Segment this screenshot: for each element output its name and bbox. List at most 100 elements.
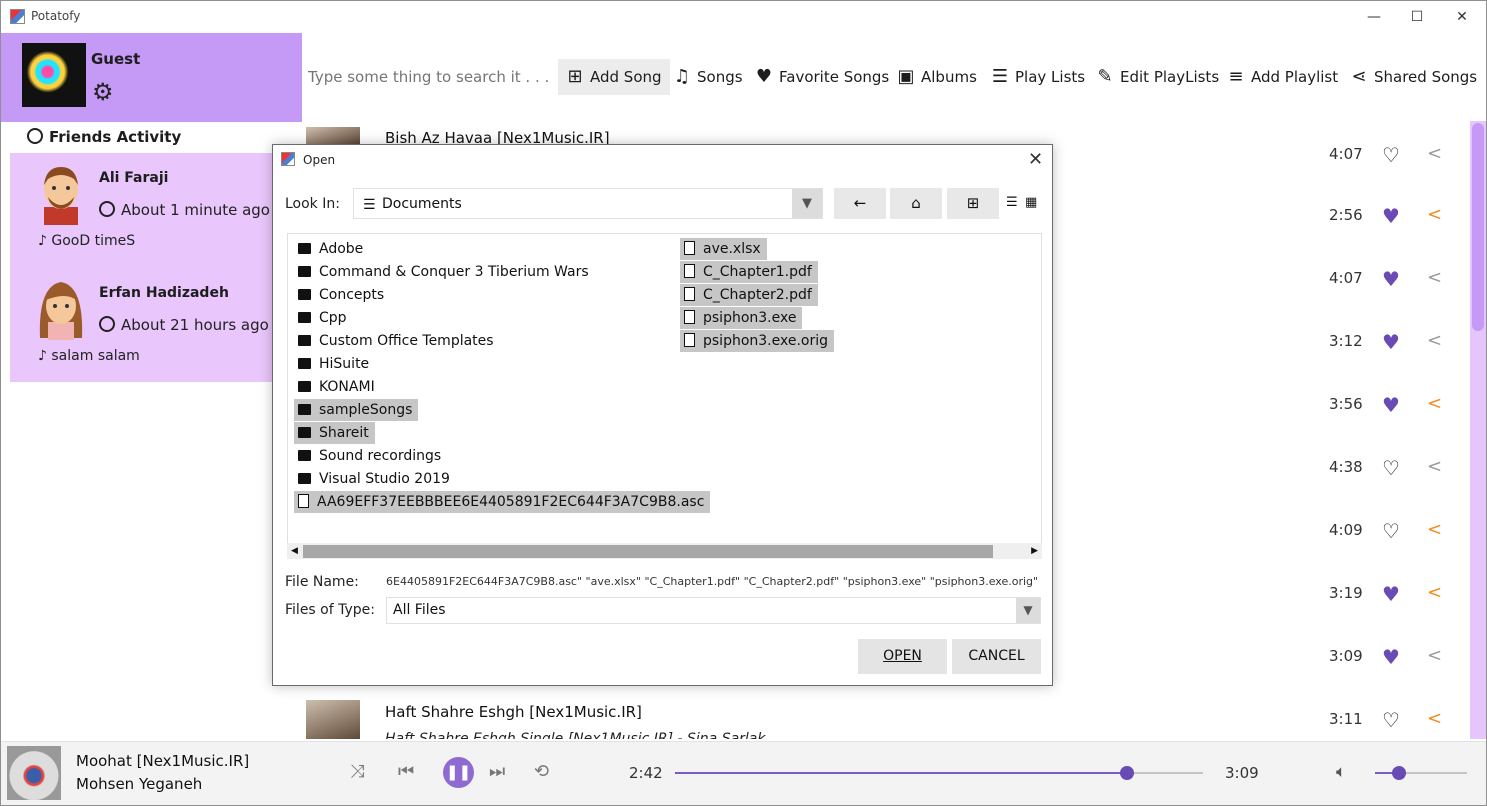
list-view-icon[interactable]: ☰ (1006, 195, 1018, 210)
song-album: Haft Shahre Eshgh Single [Nex1Music.IR] … (385, 731, 766, 739)
cancel-button[interactable]: CANCEL (952, 639, 1041, 674)
friend-time-label: About 21 hours ago (121, 316, 269, 334)
song-cover (306, 700, 360, 739)
heart-icon[interactable]: ♥ (1382, 584, 1400, 604)
file-item[interactable]: AA69EFF37EEBBBEE6E4405891F2EC644F3A7C9B8… (294, 491, 711, 513)
play-lists-button[interactable]: ☰ Play Lists (989, 59, 1085, 95)
song-list-scrollbar[interactable] (1470, 121, 1486, 739)
folder-item[interactable]: Command & Conquer 3 Tiberium Wars (294, 261, 595, 283)
edit-playlists-button[interactable]: ✎ Edit PlayLists (1094, 59, 1219, 95)
previous-icon[interactable]: ⏮ (398, 762, 414, 782)
file-name: C_Chapter2.pdf (703, 287, 812, 303)
friends-activity-label: Friends Activity (49, 128, 182, 146)
songs-button[interactable]: ♫ Songs (671, 59, 743, 95)
songs-label: Songs (697, 68, 743, 86)
folder-item[interactable]: KONAMI (294, 376, 381, 398)
add-song-button[interactable]: ⊞ Add Song (558, 59, 670, 95)
file-list-scrollbar[interactable]: ◀ ▶ (287, 543, 1042, 559)
albums-button[interactable]: ▣ Albums (895, 59, 976, 95)
look-in-select[interactable]: ☰ Documents ▼ (353, 188, 823, 219)
heart-icon[interactable]: ♥ (1382, 395, 1400, 415)
profile-avatar[interactable] (22, 43, 86, 107)
chevron-down-icon[interactable]: ▼ (1016, 598, 1040, 623)
folder-item[interactable]: Visual Studio 2019 (294, 468, 456, 490)
chevron-down-icon[interactable]: ▼ (792, 189, 822, 218)
folder-item[interactable]: Adobe (294, 238, 369, 260)
friend-song-label: salam salam (51, 348, 140, 364)
share-icon[interactable]: < (1427, 521, 1442, 539)
folder-item[interactable]: Sound recordings (294, 445, 447, 467)
dialog-close-icon[interactable]: ✕ (1028, 149, 1043, 170)
volume-knob[interactable] (1391, 766, 1406, 780)
home-button[interactable]: ⌂ (890, 188, 942, 219)
add-playlist-button[interactable]: ≡ Add Playlist (1225, 59, 1338, 95)
repeat-icon[interactable]: ⟲ (534, 762, 549, 782)
friend-time: About 21 hours ago (99, 316, 269, 334)
heart-icon[interactable]: ♥ (1382, 332, 1400, 352)
scrollbar-thumb[interactable] (303, 545, 993, 558)
files-of-type-label: Files of Type: (285, 602, 375, 618)
share-icon[interactable]: < (1427, 269, 1442, 287)
song-duration: 3:11 (1329, 710, 1363, 728)
new-folder-button[interactable]: ⊞ (947, 188, 999, 219)
search-input[interactable] (308, 65, 548, 89)
friend-time: About 1 minute ago (99, 201, 270, 219)
files-of-type-select[interactable]: All Files ▼ (386, 597, 1041, 624)
progress-knob[interactable] (1120, 766, 1135, 780)
volume-slider[interactable] (1375, 766, 1467, 780)
open-button[interactable]: OPEN (858, 639, 947, 674)
folder-item[interactable]: sampleSongs (294, 399, 419, 421)
shared-songs-button[interactable]: ⋖ Shared Songs (1348, 59, 1477, 95)
close-button[interactable]: ✕ (1447, 5, 1477, 29)
share-icon[interactable]: < (1427, 458, 1442, 476)
folder-item[interactable]: Concepts (294, 284, 390, 306)
file-item[interactable]: psiphon3.exe.orig (680, 330, 835, 352)
favorite-songs-button[interactable]: ♥ Favorite Songs (753, 59, 889, 95)
folder-item[interactable]: Shareit (294, 422, 375, 444)
share-icon[interactable]: < (1427, 710, 1442, 728)
friend-item[interactable]: Erfan Hadizadeh About 21 hours ago ♪ sal… (10, 268, 274, 383)
share-icon[interactable]: < (1427, 206, 1442, 224)
minimize-button[interactable]: — (1359, 5, 1389, 29)
scroll-left-icon[interactable]: ◀ (291, 543, 298, 559)
heart-icon[interactable]: ♥ (1382, 269, 1400, 289)
heart-icon[interactable]: ♡ (1382, 145, 1400, 165)
scroll-right-icon[interactable]: ▶ (1031, 543, 1038, 559)
heart-icon[interactable]: ♥ (1382, 647, 1400, 667)
share-icon[interactable]: < (1427, 145, 1442, 163)
details-view-icon[interactable]: ▦ (1025, 195, 1037, 210)
share-icon[interactable]: < (1427, 332, 1442, 350)
scrollbar-thumb[interactable] (1472, 123, 1484, 331)
folder-item[interactable]: Custom Office Templates (294, 330, 500, 352)
up-one-level-button[interactable]: ← (834, 188, 886, 219)
share-icon[interactable]: < (1427, 395, 1442, 413)
volume-icon[interactable]: 🔈︎ (1336, 762, 1346, 782)
maximize-button[interactable]: ☐ (1402, 5, 1432, 29)
file-item[interactable]: psiphon3.exe (680, 307, 803, 329)
music-note-icon: ♪ (38, 348, 52, 364)
progress-slider[interactable] (675, 766, 1203, 780)
friend-song: ♪ salam salam (38, 348, 140, 364)
heart-icon[interactable]: ♡ (1382, 521, 1400, 541)
file-item[interactable]: C_Chapter1.pdf (680, 261, 818, 283)
gear-icon[interactable]: ⚙ (92, 80, 114, 104)
now-playing-cover (7, 746, 61, 800)
song-row[interactable]: Haft Shahre Eshgh [Nex1Music.IR] Haft Sha… (286, 688, 1469, 739)
next-icon[interactable]: ⏭ (489, 762, 505, 782)
friend-item[interactable]: Ali Faraji About 1 minute ago ♪ GooD tim… (10, 153, 274, 268)
share-icon[interactable]: < (1427, 584, 1442, 602)
pause-button[interactable]: ❚❚ (443, 757, 474, 788)
java-app-icon (10, 9, 25, 24)
share-icon[interactable]: < (1427, 647, 1442, 665)
file-name: ave.xlsx (703, 241, 761, 257)
file-item[interactable]: C_Chapter2.pdf (680, 284, 818, 306)
file-item[interactable]: ave.xlsx (680, 238, 767, 260)
heart-icon[interactable]: ♡ (1382, 710, 1400, 730)
folder-item[interactable]: HiSuite (294, 353, 375, 375)
folder-name: Custom Office Templates (319, 333, 494, 349)
shuffle-icon[interactable]: ⤨ (350, 762, 364, 782)
folder-item[interactable]: Cpp (294, 307, 353, 329)
heart-icon[interactable]: ♡ (1382, 458, 1400, 478)
file-name-input[interactable]: 6E4405891F2EC644F3A7C9B8.asc" "ave.xlsx"… (386, 571, 1041, 593)
heart-icon[interactable]: ♥ (1382, 206, 1400, 226)
